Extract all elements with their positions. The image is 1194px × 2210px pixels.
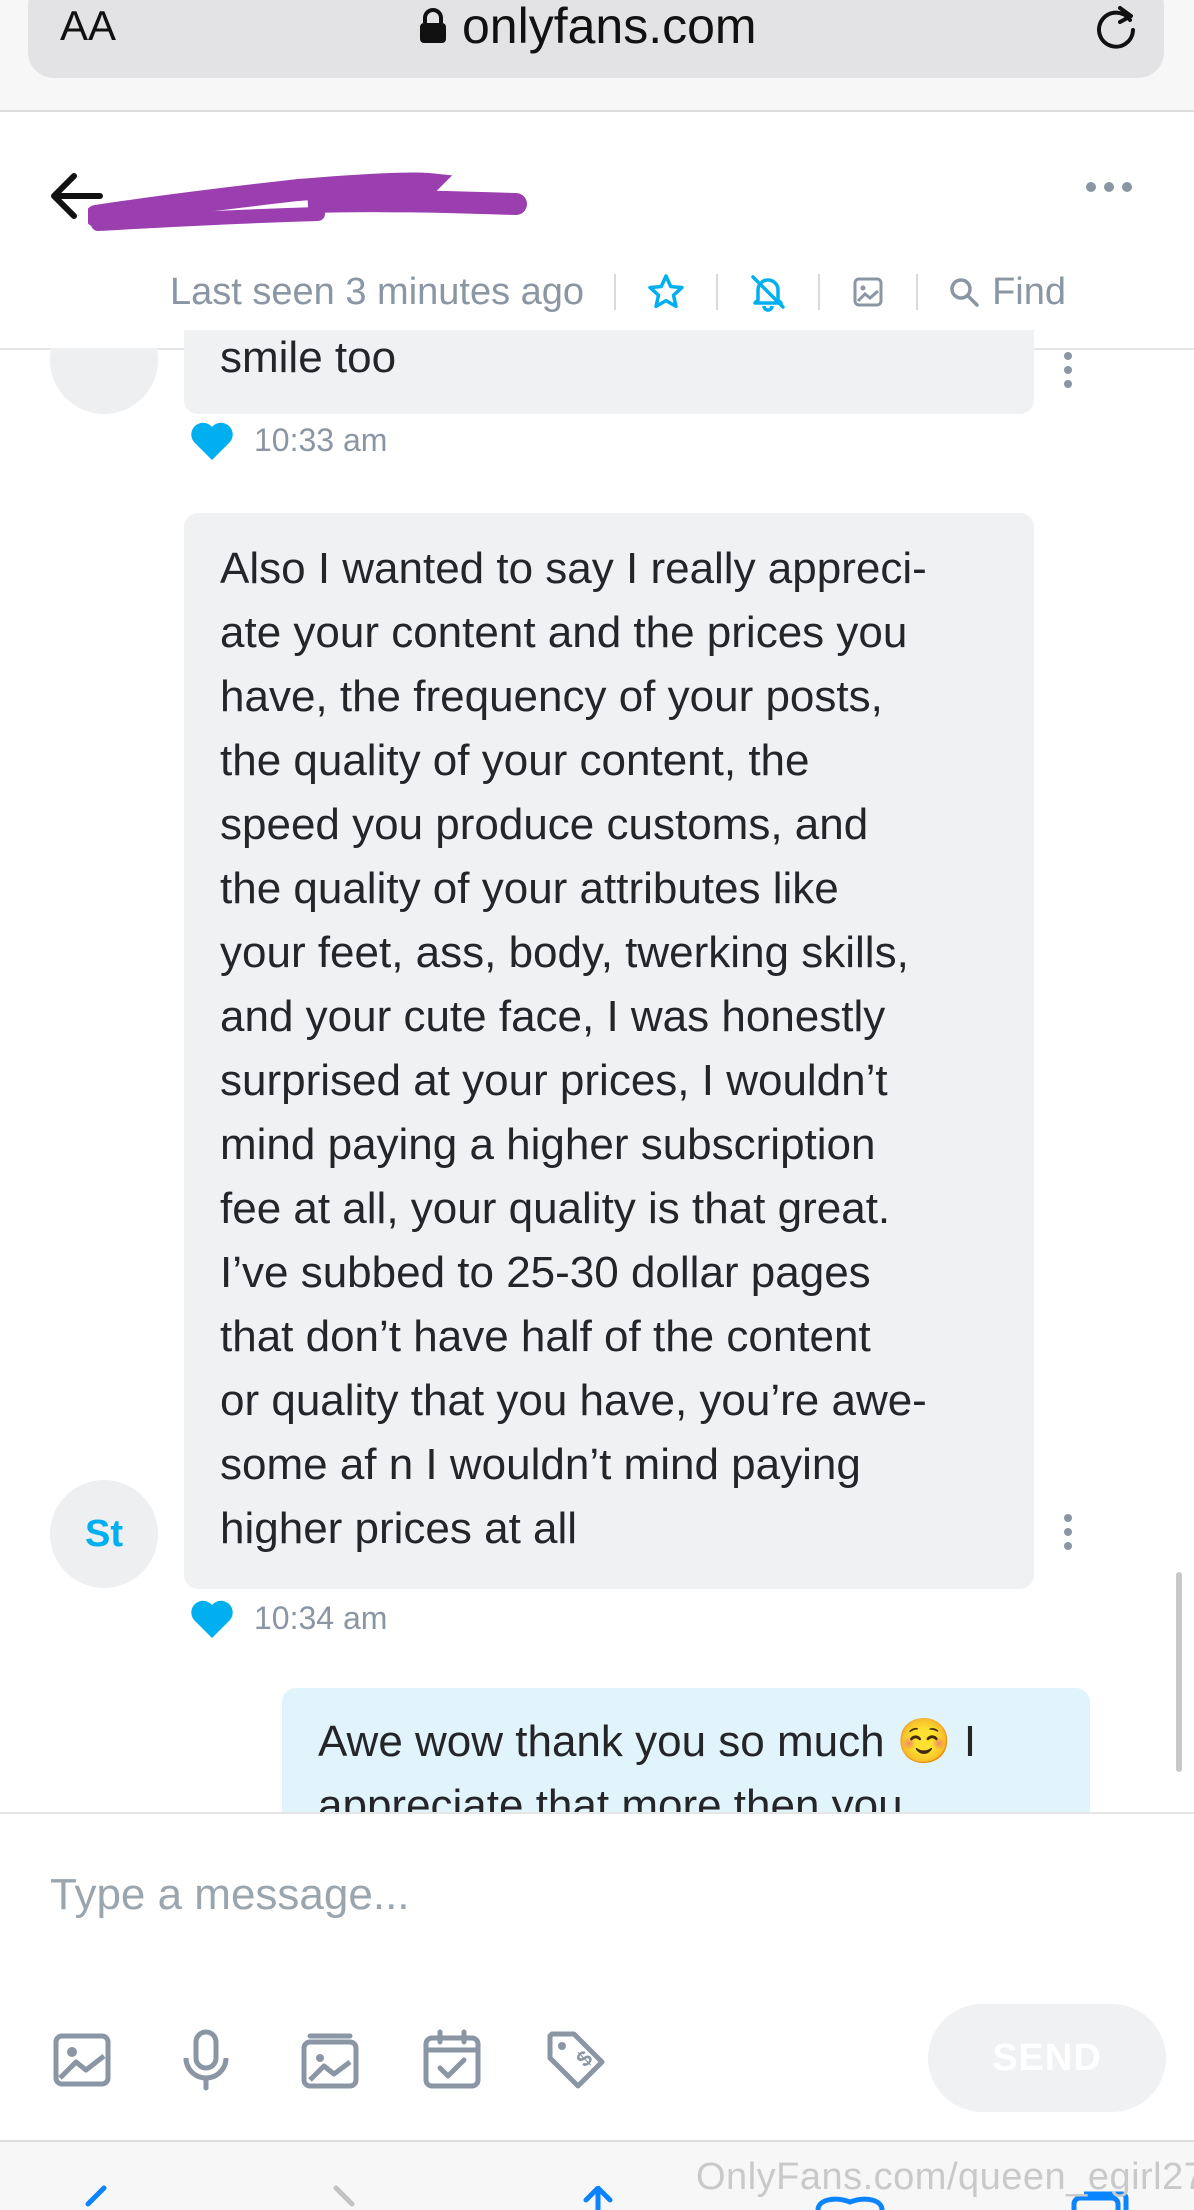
- message-meta: 10:34 am: [188, 1596, 387, 1640]
- find-button[interactable]: Find: [948, 271, 1066, 314]
- redacted-username: [88, 172, 527, 231]
- url-display[interactable]: onlyfans.com: [418, 0, 757, 52]
- message-text: Awe wow thank you so much ☺️ I appreciat…: [318, 1717, 977, 1812]
- liked-heart-icon[interactable]: [188, 418, 236, 462]
- mute-notifications-icon[interactable]: [748, 272, 788, 312]
- find-label: Find: [992, 270, 1066, 313]
- message-bubble[interactable]: smile too: [184, 330, 1034, 414]
- send-button[interactable]: SEND: [928, 2004, 1166, 2112]
- message-input[interactable]: [50, 1860, 930, 1930]
- more-options-icon[interactable]: [1086, 182, 1132, 192]
- outgoing-message-bubble[interactable]: Awe wow thank you so much ☺️ I appreciat…: [282, 1688, 1090, 1812]
- lock-icon: [420, 8, 446, 43]
- scrollbar[interactable]: [1176, 1572, 1182, 1772]
- message-options-icon[interactable]: [1064, 352, 1072, 388]
- liked-heart-icon[interactable]: [188, 1596, 236, 1640]
- star-icon[interactable]: [646, 272, 686, 312]
- schedule-calendar-icon[interactable]: [420, 2028, 484, 2092]
- divider: [818, 274, 821, 310]
- message-bubble[interactable]: Also I wanted to say I really appreci- a…: [184, 513, 1034, 1589]
- message-time: 10:34 am: [254, 1599, 388, 1636]
- search-icon: [950, 278, 979, 307]
- avatar-initials: St: [85, 1512, 123, 1555]
- reload-icon[interactable]: [1090, 2, 1142, 54]
- message-options-icon[interactable]: [1064, 1514, 1072, 1550]
- text-size-button[interactable]: AA: [60, 0, 116, 52]
- microphone-icon[interactable]: [174, 2028, 238, 2092]
- image-attach-icon[interactable]: [50, 2028, 114, 2092]
- url-text: onlyfans.com: [462, 0, 757, 54]
- avatar[interactable]: St: [50, 1480, 158, 1588]
- media-gallery-icon[interactable]: [850, 274, 886, 310]
- watermark-text: OnlyFans.com/queen_egirl277: [696, 2156, 1194, 2198]
- media-vault-icon[interactable]: [298, 2028, 362, 2092]
- chat-status-row: Last seen 3 minutes ago Find: [170, 266, 1066, 318]
- divider: [916, 274, 919, 310]
- divider: [614, 274, 617, 310]
- last-seen-text: Last seen 3 minutes ago: [170, 270, 585, 313]
- browser-back-icon[interactable]: [78, 2184, 118, 2210]
- message-text: smile too: [220, 333, 397, 382]
- message-meta: 10:33 am: [188, 418, 387, 462]
- message-text: Also I wanted to say I really appreci- a…: [220, 544, 927, 1553]
- browser-address-bar: AA onlyfans.com: [0, 0, 1194, 112]
- browser-forward-icon[interactable]: [326, 2184, 366, 2210]
- price-tag-icon[interactable]: $: [544, 2028, 608, 2092]
- divider: [716, 274, 719, 310]
- message-time: 10:33 am: [254, 421, 388, 458]
- share-icon[interactable]: [576, 2186, 620, 2210]
